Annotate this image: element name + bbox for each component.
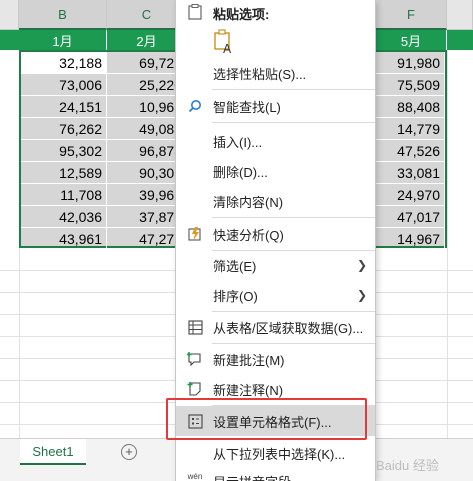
cell-b8[interactable]: 12,589: [21, 162, 107, 184]
cell-f7[interactable]: 47,526: [376, 140, 445, 162]
paste-special-item[interactable]: 选择性粘贴(S)...: [176, 58, 375, 88]
phonetic-label: 显示拼音字段: [213, 472, 291, 481]
search-icon: [187, 98, 203, 114]
cell-b9[interactable]: 11,708: [21, 184, 107, 206]
watermark: Baidu 经验: [376, 458, 439, 473]
phonetic-icon: wén: [187, 471, 203, 481]
cell-b4[interactable]: 73,006: [21, 74, 107, 96]
filter-label: 筛选(E): [213, 258, 257, 274]
cell-f5[interactable]: 88,408: [376, 96, 445, 118]
menu-separator: [212, 217, 375, 218]
sort-label: 排序(O): [213, 288, 258, 304]
cell-f9[interactable]: 24,970: [376, 184, 445, 206]
delete-label: 删除(D)...: [213, 164, 268, 180]
add-sheet-button[interactable]: +: [121, 444, 137, 460]
cell-f4[interactable]: 75,509: [376, 74, 445, 96]
paste-options-icon-row: [176, 0, 375, 24]
cell-b11[interactable]: 43,961: [21, 228, 107, 250]
sheet-tab-sheet1[interactable]: Sheet1: [20, 439, 86, 465]
new-note-icon: [187, 381, 203, 397]
cell-f10[interactable]: 47,017: [376, 206, 445, 228]
column-header-f[interactable]: F: [376, 0, 447, 30]
cell-b5[interactable]: 24,151: [21, 96, 107, 118]
cell-f6[interactable]: 14,779: [376, 118, 445, 140]
new-note-label: 新建注释(N): [213, 382, 284, 398]
column-header-g[interactable]: [447, 0, 473, 30]
filter-item[interactable]: 筛选(E) ❯: [176, 250, 375, 280]
insert-label: 插入(I)...: [213, 134, 263, 150]
quick-analysis-label: 快速分析(Q): [213, 227, 284, 243]
quick-analysis-item[interactable]: 快速分析(Q): [176, 219, 375, 249]
cell-b6[interactable]: 76,262: [21, 118, 107, 140]
new-comment-item[interactable]: 新建批注(M): [176, 344, 375, 374]
menu-separator: [212, 89, 375, 90]
cell-f11[interactable]: 14,967: [376, 228, 445, 250]
chevron-right-icon: ❯: [356, 258, 367, 272]
clipboard-icon: [187, 4, 203, 20]
paste-values-button[interactable]: A: [213, 29, 235, 56]
spreadsheet: B C F 1月 2月 5月 32,188 73,006 24,151 76,2…: [0, 0, 473, 481]
highlight-box: [166, 398, 367, 440]
month-cell-may[interactable]: 5月: [376, 30, 447, 50]
chevron-right-icon: ❯: [356, 288, 367, 302]
clear-contents-item[interactable]: 清除内容(N): [176, 186, 375, 216]
column-header-a[interactable]: [0, 0, 19, 30]
cell-b10[interactable]: 42,036: [21, 206, 107, 228]
get-data-from-table-item[interactable]: 从表格/区域获取数据(G)...: [176, 312, 375, 342]
menu-separator: [212, 122, 375, 123]
get-data-from-table-label: 从表格/区域获取数据(G)...: [213, 320, 364, 336]
cell-f8[interactable]: 33,081: [376, 162, 445, 184]
cell-b7[interactable]: 95,302: [21, 140, 107, 162]
pick-from-dropdown-label: 从下拉列表中选择(K)...: [213, 446, 346, 462]
table-icon: [187, 319, 203, 335]
column-header-b[interactable]: B: [19, 0, 107, 30]
new-comment-icon: [187, 351, 203, 367]
cell-f3[interactable]: 91,980: [376, 52, 445, 74]
new-comment-label: 新建批注(M): [213, 352, 285, 368]
smart-lookup-label: 智能查找(L): [213, 99, 281, 115]
gridline: [447, 30, 448, 481]
insert-item[interactable]: 插入(I)...: [176, 126, 375, 156]
quick-analysis-icon: [187, 226, 203, 242]
delete-item[interactable]: 删除(D)...: [176, 156, 375, 186]
phonetic-item[interactable]: wén 显示拼音字段: [176, 466, 375, 481]
cell-b3[interactable]: 32,188: [21, 52, 107, 74]
smart-lookup-item[interactable]: 智能查找(L): [176, 91, 375, 121]
pick-from-dropdown-item[interactable]: 从下拉列表中选择(K)...: [176, 438, 375, 468]
paste-special-label: 选择性粘贴(S)...: [213, 66, 307, 82]
clear-contents-label: 清除内容(N): [213, 194, 284, 210]
sort-item[interactable]: 排序(O) ❯: [176, 280, 375, 310]
svg-text:A: A: [223, 42, 232, 55]
month-cell-jan[interactable]: 1月: [19, 30, 107, 50]
